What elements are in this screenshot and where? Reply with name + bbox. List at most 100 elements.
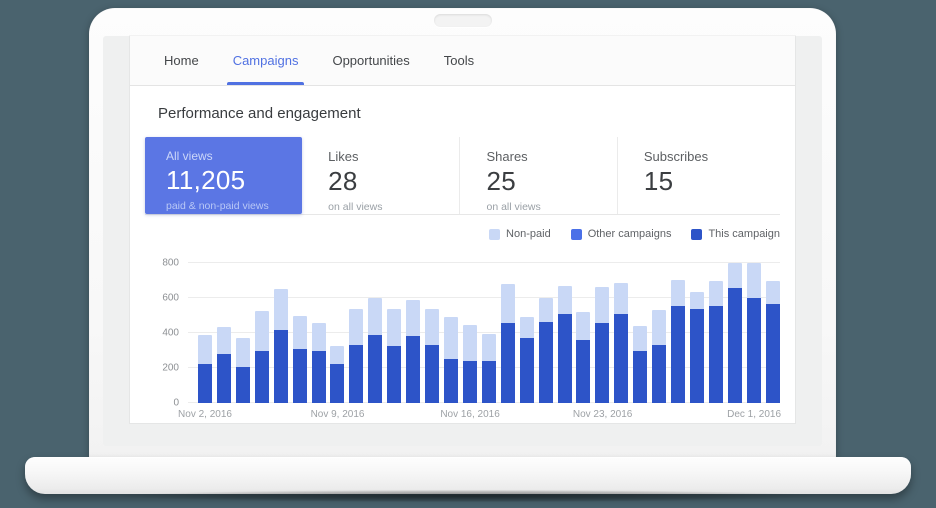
bar-segment [293,316,307,348]
bar[interactable] [368,298,382,403]
camera-notch [434,14,492,27]
bar-segment [595,287,609,323]
bar[interactable] [652,310,666,403]
bar[interactable] [709,281,723,404]
stat-sublabel: on all views [328,201,459,213]
stat-card-all-views[interactable]: All views 11,205 paid & non-paid views [145,137,302,214]
bar[interactable] [236,338,250,403]
laptop-screen: HomeCampaignsOpportunitiesTools Performa… [89,8,836,458]
x-axis-tick: Nov 16, 2016 [440,409,500,420]
bar-segment [293,349,307,403]
bar[interactable] [463,325,477,403]
bar-segment [520,338,534,403]
bar[interactable] [728,263,742,403]
bar[interactable] [255,311,269,403]
bar-segment [387,309,401,346]
stat-value: 28 [328,166,459,197]
bar-segment [709,306,723,403]
bar-segment [766,281,780,305]
bar[interactable] [747,263,761,403]
bar[interactable] [671,280,685,403]
bar-segment [633,326,647,351]
nav-item-opportunities[interactable]: Opportunities [326,36,415,85]
bar-segment [217,327,231,354]
stat-card-shares[interactable]: Shares 25 on all views [459,137,616,214]
chart-legend: Non-paidOther campaignsThis campaign [130,215,795,240]
bar-segment [539,322,553,403]
bar[interactable] [198,335,212,403]
bar-segment [406,336,420,403]
nav-item-tools[interactable]: Tools [438,36,480,85]
bar-segment [747,298,761,403]
bar[interactable] [330,346,344,403]
bar-segment [444,359,458,403]
bar-segment [368,335,382,403]
bar-segment [198,335,212,364]
bar-segment [728,288,742,403]
bar-segment [425,345,439,403]
stats-row: All views 11,205 paid & non-paid views L… [145,137,780,215]
bar-segment [236,338,250,367]
stat-sublabel: on all views [486,201,616,213]
bar[interactable] [576,312,590,403]
bar[interactable] [520,317,534,403]
bar-segment [558,286,572,314]
bar[interactable] [690,292,704,403]
y-axis-tick: 200 [145,363,179,374]
bar[interactable] [217,327,231,403]
bar-segment [690,309,704,404]
bar-segment [387,346,401,403]
bar[interactable] [595,287,609,403]
bar-segment [558,314,572,403]
bar-segment [198,364,212,403]
bar[interactable] [444,317,458,403]
top-navigation: Home Campaigns Opportunities Tools [130,36,795,86]
y-axis-tick: 600 [145,293,179,304]
bar-segment [671,306,685,403]
bar-segment [444,317,458,359]
nav-item-campaigns[interactable]: Campaigns [227,36,305,85]
bar[interactable] [633,326,647,403]
bar[interactable] [614,283,628,403]
bar[interactable] [387,309,401,403]
bar[interactable] [349,309,363,404]
bar-segment [482,334,496,361]
bar-segment [349,345,363,403]
bar-segment [312,351,326,403]
bar-segment [217,354,231,403]
bar-segment [349,309,363,346]
bar-segment [671,280,685,306]
laptop-shadow [18,488,918,504]
bar-segment [633,351,647,404]
y-axis-tick: 0 [145,398,179,409]
bar-segment [330,364,344,403]
stat-label: Shares [486,149,616,164]
bar[interactable] [425,309,439,404]
bar-segment [595,323,609,404]
bar[interactable] [293,316,307,403]
bar[interactable] [312,323,326,403]
bar-segment [463,361,477,403]
bar-segment [501,323,515,403]
x-axis-tick: Nov 23, 2016 [573,409,633,420]
bar-segment [255,311,269,350]
bar-segment [482,361,496,403]
bar[interactable] [406,300,420,403]
bar-segment [501,284,515,323]
nav-item-home[interactable]: Home [158,36,205,85]
bar-segment [614,314,628,403]
stat-card-likes[interactable]: Likes 28 on all views [302,137,459,214]
chart-bars [198,263,780,403]
bar[interactable] [539,298,553,403]
bar[interactable] [482,334,496,403]
bar[interactable] [558,286,572,403]
app-window: HomeCampaignsOpportunitiesTools Performa… [130,36,795,423]
bar-segment [520,317,534,338]
stat-card-subscribes[interactable]: Subscribes 15 [617,137,780,214]
x-axis-tick: Nov 9, 2016 [311,409,365,420]
bar[interactable] [501,284,515,403]
bar[interactable] [766,281,780,404]
legend-label: Other campaigns [588,228,672,240]
bar-segment [690,292,704,309]
bar[interactable] [274,289,288,403]
